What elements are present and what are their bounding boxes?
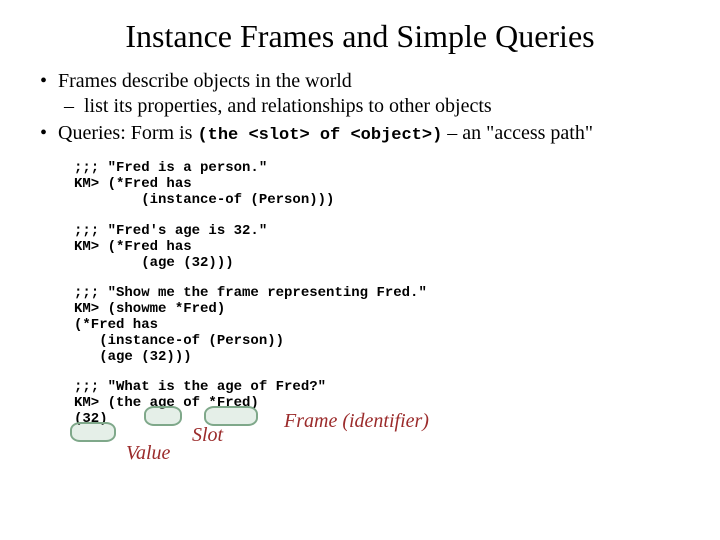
bullet-1-text: Frames describe objects in the world <box>58 70 352 92</box>
bullet-2-post: – an "access path" <box>442 122 593 144</box>
annot-value: Value <box>126 442 170 465</box>
code-area: ;;; "Fred is a person." KM> (*Fred has (… <box>74 160 690 427</box>
code-block-2: ;;; "Fred's age is 32." KM> (*Fred has (… <box>74 223 690 271</box>
code-block-3: ;;; "Show me the frame representing Fred… <box>74 285 690 365</box>
bullet-2: Queries: Form is (the <slot> of <object>… <box>58 121 690 146</box>
bullet-2-code: (the <slot> of <object>) <box>197 126 442 145</box>
slide-title: Instance Frames and Simple Queries <box>30 18 690 55</box>
bullet-1: Frames describe objects in the world lis… <box>58 69 690 119</box>
annot-frame: Frame (identifier) <box>284 410 429 433</box>
bullet-2-pre: Queries: Form is <box>58 122 197 144</box>
annot-slot: Slot <box>192 424 223 447</box>
code-block-1: ;;; "Fred is a person." KM> (*Fred has (… <box>74 160 690 208</box>
bullet-1-sub: list its properties, and relationships t… <box>84 94 690 119</box>
bullet-list: Frames describe objects in the world lis… <box>30 69 690 146</box>
